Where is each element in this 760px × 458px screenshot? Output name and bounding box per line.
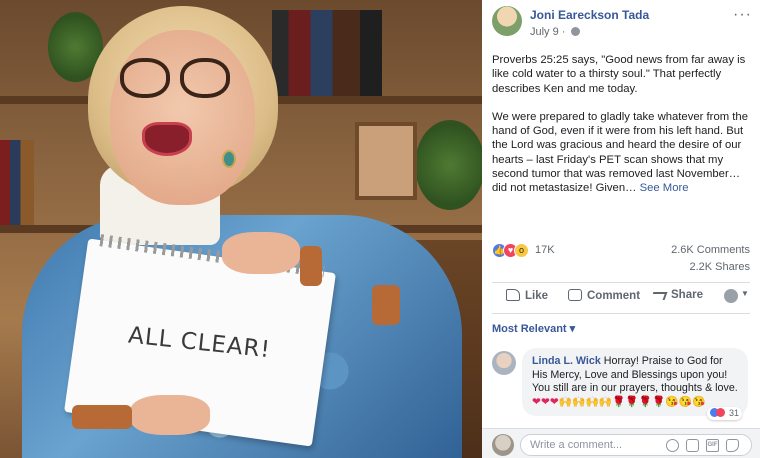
- viewer-avatar: [492, 434, 514, 456]
- divider-top: [492, 282, 750, 283]
- see-more-link[interactable]: See More: [640, 182, 689, 194]
- comment-composer: GIF: [482, 428, 760, 458]
- wow-reaction-icon: o: [514, 243, 529, 258]
- picture-frame: [355, 122, 417, 200]
- hand-top: [222, 232, 300, 274]
- comment-button[interactable]: Comment: [568, 289, 640, 302]
- reaction-count[interactable]: 17K: [535, 244, 555, 256]
- comment-item: Linda L. Wick Horray! Praise to God for H…: [492, 348, 754, 428]
- share-icon: [650, 292, 668, 300]
- comment-bubble: Linda L. Wick Horray! Praise to God for H…: [522, 348, 748, 421]
- post-header: Joni Eareckson Tada July 9 · ···: [492, 6, 752, 42]
- rose-emojis: 🌹🌹🌹🌹: [612, 395, 666, 408]
- gif-icon[interactable]: GIF: [706, 439, 719, 452]
- author-name[interactable]: Joni Eareckson Tada: [530, 8, 649, 22]
- thumbs-up-icon: [506, 289, 520, 301]
- wrist-brace-right: [300, 246, 322, 286]
- books-left: [0, 140, 34, 225]
- comment-label: Comment: [587, 290, 641, 302]
- post-date[interactable]: July 9 ·: [530, 26, 565, 38]
- wrist-brace-left: [72, 405, 132, 429]
- raised-hands-emojis: 🙌🙌🙌🙌: [558, 395, 613, 408]
- smiling-mouth: [142, 122, 192, 156]
- comments-count[interactable]: 2.6K Comments: [671, 244, 750, 256]
- more-options-icon[interactable]: ···: [733, 6, 752, 24]
- globe-icon: [570, 27, 580, 36]
- post-paragraph-2-text: We were prepared to gladly take whatever…: [492, 110, 748, 195]
- earring: [222, 150, 236, 168]
- heart-emojis: ❤❤❤: [532, 395, 559, 408]
- reaction-identity-avatar[interactable]: [724, 289, 738, 303]
- emoji-icon[interactable]: [666, 439, 679, 452]
- commenter-avatar[interactable]: [492, 351, 516, 375]
- share-label: Share: [671, 289, 703, 301]
- hand-bottom: [130, 395, 210, 435]
- glasses-right-lens: [180, 58, 230, 98]
- reactions-bar[interactable]: 👍 ♥ o 17K 2.6K Comments 2.2K Shares: [492, 243, 750, 273]
- post-paragraph-1: Proverbs 25:25 says, "Good news from far…: [492, 54, 746, 95]
- commenter-name[interactable]: Linda L. Wick: [532, 355, 601, 367]
- chevron-down-icon[interactable]: ▼: [741, 289, 749, 298]
- love-reaction-icon: [716, 407, 726, 417]
- face: [110, 30, 255, 205]
- like-button[interactable]: Like: [506, 289, 548, 302]
- post-panel: Joni Eareckson Tada July 9 · ··· Proverb…: [482, 0, 760, 458]
- arm-brace-right: [372, 285, 400, 325]
- divider-bottom: [492, 313, 750, 314]
- shares-count[interactable]: 2.2K Shares: [689, 261, 750, 273]
- sign-text: ALL CLEAR!: [127, 322, 273, 363]
- like-label: Like: [525, 290, 549, 302]
- glasses-left-lens: [120, 58, 170, 98]
- comment-reactions[interactable]: 31: [707, 406, 742, 421]
- author-avatar[interactable]: [492, 6, 522, 36]
- share-button[interactable]: Share: [650, 289, 703, 301]
- post-text: Proverbs 25:25 says, "Good news from far…: [492, 53, 754, 210]
- kiss-emojis: 😘😘😘: [665, 395, 706, 408]
- post-photo[interactable]: ALL CLEAR!: [0, 0, 482, 458]
- post-meta: July 9 ·: [530, 26, 580, 38]
- plant-right: [415, 120, 482, 210]
- comments-sort-dropdown[interactable]: Most Relevant ▾: [492, 322, 575, 335]
- camera-icon[interactable]: [686, 439, 699, 452]
- comment-reaction-count: 31: [728, 407, 739, 418]
- comment-icon: [568, 289, 582, 301]
- post-paragraph-2: We were prepared to gladly take whatever…: [492, 110, 754, 196]
- books-right: [272, 10, 382, 96]
- action-bar: Like Comment Share ▼: [492, 286, 750, 310]
